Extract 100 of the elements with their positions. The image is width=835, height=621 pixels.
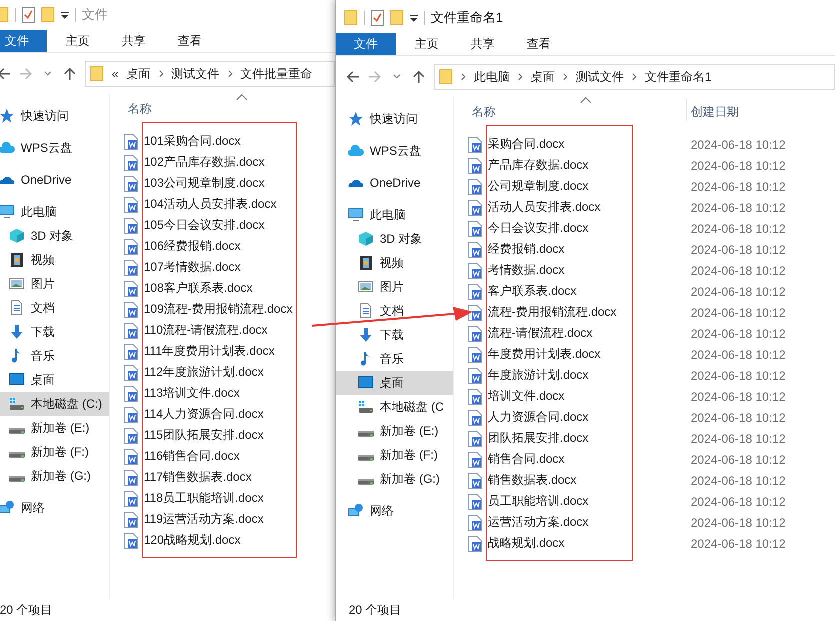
file-name[interactable]: 员工职能培训.docx bbox=[488, 491, 629, 512]
overflow-mark[interactable]: « bbox=[112, 67, 119, 81]
file-name[interactable]: 团队拓展安排.docx bbox=[488, 428, 629, 449]
folder-icon[interactable] bbox=[344, 10, 358, 26]
column-header[interactable]: 名称 bbox=[468, 104, 686, 121]
sidebar-item[interactable]: 本地磁盘 (C:) bbox=[0, 392, 109, 416]
file-name[interactable]: 产品库存数据.docx bbox=[488, 155, 629, 176]
file-name[interactable]: 采购合同.docx bbox=[488, 134, 629, 155]
file-name[interactable]: 107考情数据.docx bbox=[144, 257, 293, 278]
file-name[interactable]: 年度费用计划表.docx bbox=[488, 344, 629, 365]
file-name[interactable]: 销售数据表.docx bbox=[488, 470, 629, 491]
file-menu-button[interactable]: 文件 bbox=[336, 33, 396, 55]
file-name[interactable]: 人力资源合同.docx bbox=[488, 407, 629, 428]
file-name[interactable]: 经费报销.docx bbox=[488, 239, 629, 260]
file-name[interactable]: 114人力资源合同.docx bbox=[144, 404, 293, 425]
file-name[interactable]: 年度旅游计划.docx bbox=[488, 365, 629, 386]
sidebar-item[interactable]: 文档 bbox=[336, 299, 453, 323]
sidebar-item[interactable]: 新加卷 (G:) bbox=[336, 467, 453, 491]
sidebar-item[interactable]: 新加卷 (G:) bbox=[0, 464, 109, 488]
breadcrumb-item[interactable]: 测试文件 bbox=[172, 66, 220, 82]
folder-icon[interactable] bbox=[41, 7, 55, 23]
file-name[interactable]: 116销售合同.docx bbox=[144, 446, 293, 467]
breadcrumb-item[interactable]: 文件重命名1 bbox=[645, 68, 712, 86]
file-name[interactable]: 119运营活动方案.docx bbox=[144, 509, 293, 530]
file-name[interactable]: 103公司规章制度.docx bbox=[144, 173, 293, 194]
file-name[interactable]: 公司规章制度.docx bbox=[488, 176, 629, 197]
file-name[interactable]: 118员工职能培训.docx bbox=[144, 488, 293, 509]
ribbon-tab[interactable]: 共享 bbox=[107, 30, 161, 52]
breadcrumb-item[interactable]: 桌面 bbox=[126, 66, 151, 82]
sidebar-item[interactable]: 快速访问 bbox=[0, 104, 109, 128]
column-header[interactable]: 创建日期 bbox=[686, 99, 806, 121]
breadcrumb-item[interactable]: 此电脑 bbox=[474, 68, 510, 86]
file-name[interactable]: 117销售数据表.docx bbox=[144, 467, 293, 488]
file-name[interactable]: 120战略规划.docx bbox=[144, 530, 293, 551]
ribbon-tab[interactable]: 查看 bbox=[163, 30, 217, 52]
sidebar-item[interactable]: WPS云盘 bbox=[0, 136, 109, 160]
breadcrumb-item[interactable]: 桌面 bbox=[531, 68, 555, 86]
file-name[interactable]: 109流程-费用报销流程.docx bbox=[144, 299, 293, 320]
sidebar-item[interactable]: 此电脑 bbox=[336, 203, 453, 227]
sidebar-item[interactable]: 新加卷 (E:) bbox=[336, 419, 453, 443]
folder-icon[interactable] bbox=[90, 66, 104, 82]
file-name[interactable]: 培训文件.docx bbox=[488, 386, 629, 407]
dropdown-icon[interactable] bbox=[61, 11, 69, 19]
sidebar-item[interactable]: WPS云盘 bbox=[336, 139, 453, 163]
sidebar-item[interactable]: 快速访问 bbox=[336, 107, 453, 131]
forward-icon[interactable] bbox=[19, 67, 33, 81]
file-name[interactable]: 101采购合同.docx bbox=[144, 131, 293, 152]
sidebar-item[interactable]: 网络 bbox=[336, 499, 453, 523]
folder-icon[interactable] bbox=[390, 10, 404, 26]
checklist-icon[interactable] bbox=[371, 10, 384, 26]
file-menu-button[interactable]: 文件 bbox=[0, 30, 47, 52]
file-name[interactable]: 115团队拓展安排.docx bbox=[144, 425, 293, 446]
ribbon-tab[interactable]: 查看 bbox=[512, 33, 566, 55]
sidebar-item[interactable]: 网络 bbox=[0, 496, 109, 520]
breadcrumb-item[interactable]: 测试文件 bbox=[576, 68, 624, 86]
dropdown-icon[interactable] bbox=[410, 14, 418, 22]
forward-icon[interactable] bbox=[368, 70, 382, 84]
sidebar-item[interactable]: 视频 bbox=[336, 251, 453, 275]
sidebar-item[interactable]: 3D 对象 bbox=[336, 227, 453, 251]
file-name[interactable]: 102产品库存数据.docx bbox=[144, 152, 293, 173]
file-name[interactable]: 今日会议安排.docx bbox=[488, 218, 629, 239]
file-name[interactable]: 考情数据.docx bbox=[488, 260, 629, 281]
address-bar[interactable]: 此电脑 桌面 测试文件 文件重命名1 bbox=[434, 64, 835, 90]
sidebar-item[interactable]: 桌面 bbox=[0, 368, 109, 392]
folder-icon[interactable] bbox=[439, 69, 453, 85]
sidebar-item[interactable]: 本地磁盘 (C bbox=[336, 395, 453, 419]
sidebar-item[interactable]: 此电脑 bbox=[0, 200, 109, 224]
file-name[interactable]: 106经费报销.docx bbox=[144, 236, 293, 257]
checklist-icon[interactable] bbox=[22, 7, 35, 23]
file-name[interactable]: 111年度费用计划表.docx bbox=[144, 341, 293, 362]
sidebar-item[interactable]: 图片 bbox=[0, 272, 109, 296]
file-name[interactable]: 流程-费用报销流程.docx bbox=[488, 302, 629, 323]
file-name[interactable]: 活动人员安排表.docx bbox=[488, 197, 629, 218]
ribbon-tab[interactable]: 共享 bbox=[456, 33, 510, 55]
up-icon[interactable] bbox=[412, 70, 426, 84]
column-header[interactable]: 名称 bbox=[124, 101, 335, 118]
file-name[interactable]: 运营活动方案.docx bbox=[488, 512, 629, 533]
sidebar-item[interactable]: 新加卷 (F:) bbox=[0, 440, 109, 464]
ribbon-tab[interactable]: 主页 bbox=[400, 33, 454, 55]
file-name[interactable]: 110流程-请假流程.docx bbox=[144, 320, 293, 341]
sidebar-item[interactable]: 新加卷 (F:) bbox=[336, 443, 453, 467]
file-name[interactable]: 105今日会议安排.docx bbox=[144, 215, 293, 236]
file-name[interactable]: 客户联系表.docx bbox=[488, 281, 629, 302]
breadcrumb-item[interactable]: 文件批量重命 bbox=[240, 66, 313, 82]
up-icon[interactable] bbox=[63, 67, 77, 81]
back-icon[interactable] bbox=[0, 67, 11, 81]
sidebar-item[interactable]: 下载 bbox=[0, 320, 109, 344]
sidebar-item[interactable]: 桌面 bbox=[336, 371, 453, 395]
file-name[interactable]: 战略规划.docx bbox=[488, 533, 629, 554]
file-name[interactable]: 104活动人员安排表.docx bbox=[144, 194, 293, 215]
sidebar-item[interactable]: 音乐 bbox=[0, 344, 109, 368]
sidebar-item[interactable]: 下载 bbox=[336, 323, 453, 347]
sidebar-item[interactable]: 视频 bbox=[0, 248, 109, 272]
sidebar-item[interactable]: 3D 对象 bbox=[0, 224, 109, 248]
sidebar-item[interactable]: OneDrive bbox=[0, 168, 109, 192]
file-name[interactable]: 113培训文件.docx bbox=[144, 383, 293, 404]
sidebar-item[interactable]: 新加卷 (E:) bbox=[0, 416, 109, 440]
file-name[interactable]: 112年度旅游计划.docx bbox=[144, 362, 293, 383]
ribbon-tab[interactable]: 主页 bbox=[51, 30, 105, 52]
file-name[interactable]: 销售合同.docx bbox=[488, 449, 629, 470]
